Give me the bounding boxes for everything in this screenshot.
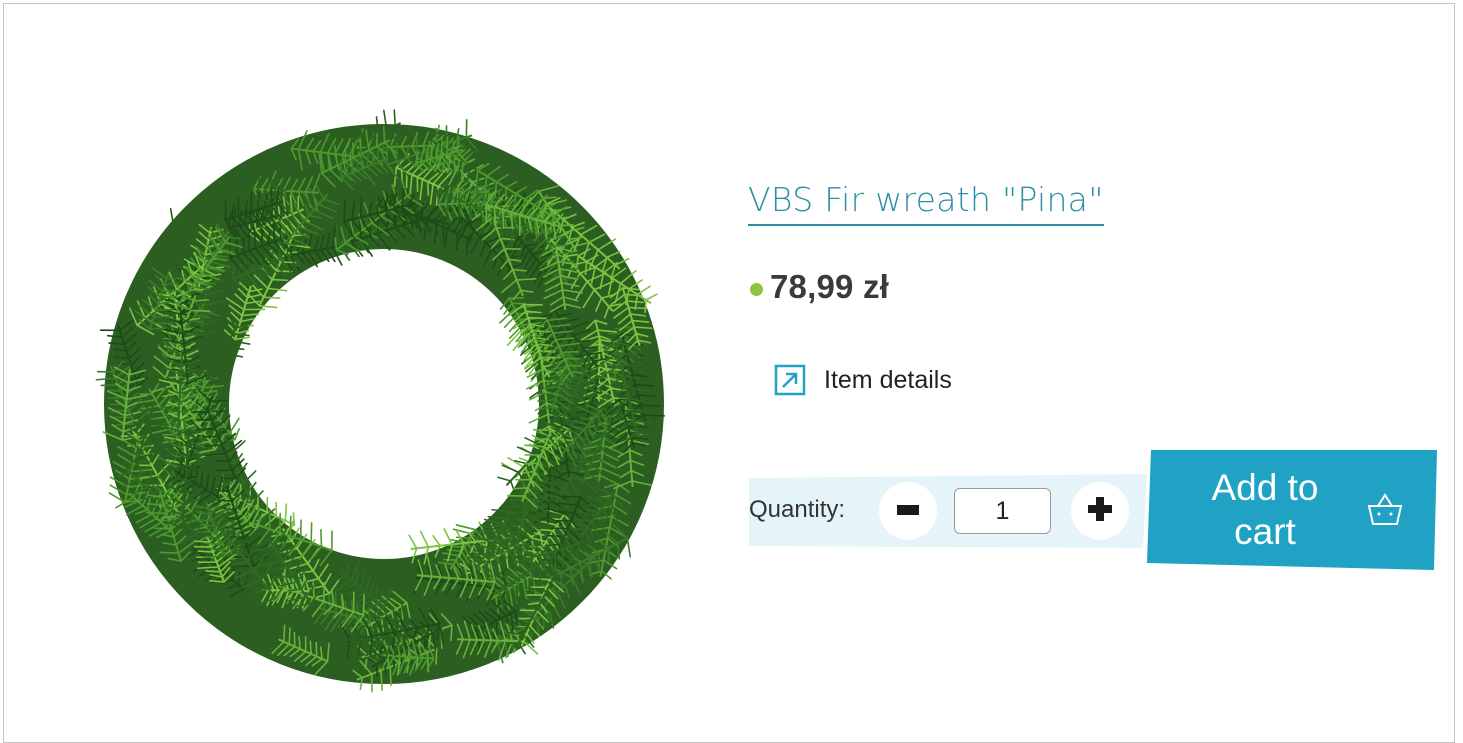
- quantity-input[interactable]: [954, 488, 1051, 534]
- fir-wreath-image: [24, 44, 724, 724]
- quantity-label: Quantity:: [749, 496, 845, 524]
- item-details-link[interactable]: Item details: [774, 364, 952, 396]
- product-card: VBS Fir wreath "Pina" 78,99 zł Item deta…: [3, 3, 1455, 743]
- product-price: 78,99 zł: [770, 268, 889, 306]
- basket-icon: [1365, 492, 1405, 528]
- product-title-link[interactable]: VBS Fir wreath "Pina": [748, 176, 1104, 226]
- quantity-decrease-button[interactable]: [879, 482, 937, 540]
- item-details-label: Item details: [824, 366, 952, 395]
- plus-icon: [1088, 497, 1112, 526]
- availability-dot: [750, 283, 763, 296]
- product-image[interactable]: [24, 44, 724, 724]
- add-to-cart-button[interactable]: Add to cart: [1147, 450, 1437, 572]
- price-row: 78,99 zł: [750, 268, 889, 306]
- add-to-cart-label: Add to cart: [1195, 466, 1335, 554]
- external-link-icon: [774, 364, 806, 396]
- minus-icon: [897, 502, 919, 520]
- quantity-panel: Quantity:: [749, 474, 1147, 548]
- quantity-increase-button[interactable]: [1071, 482, 1129, 540]
